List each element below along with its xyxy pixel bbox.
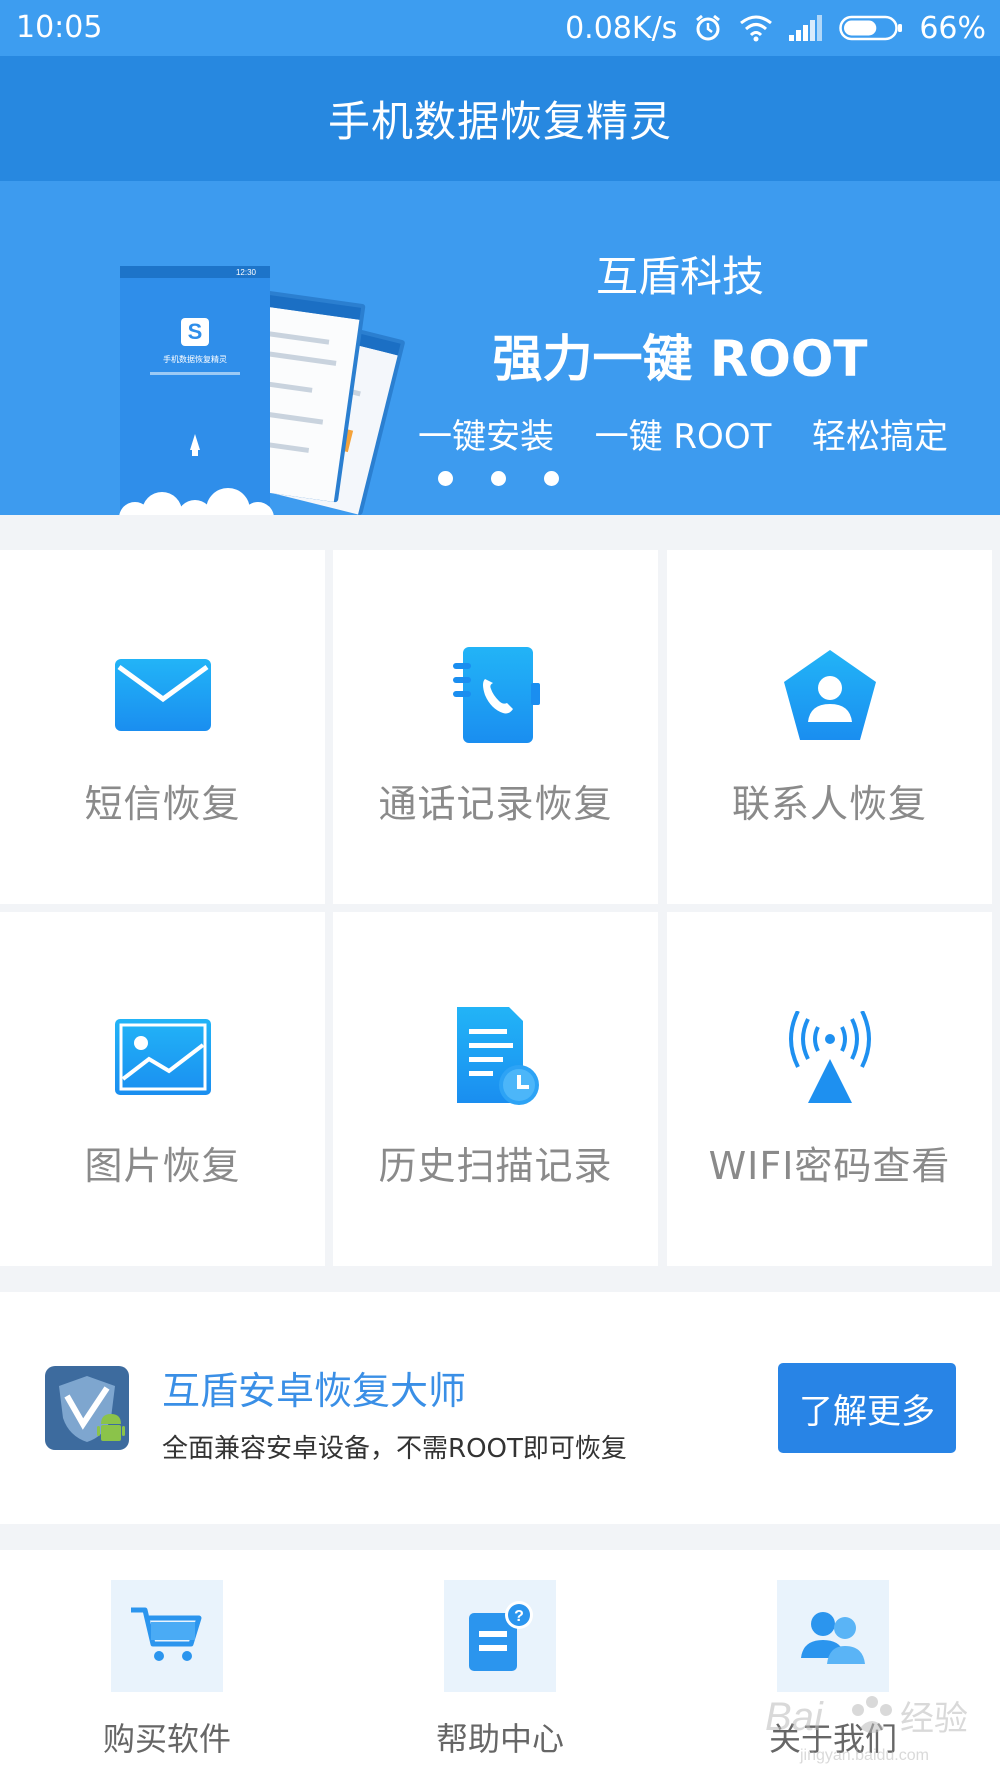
- mockup-clock: 12:30: [236, 268, 257, 277]
- banner-brand: 互盾科技: [595, 252, 764, 301]
- wifi-icon: [739, 14, 773, 42]
- tile-label: 图片恢复: [84, 1144, 241, 1188]
- banner-feature: 一键安装: [418, 417, 554, 457]
- promo-card[interactable]: 互盾安卓恢复大师 全面兼容安卓设备，不需ROOT即可恢复 了解更多: [0, 1292, 1000, 1524]
- tile-label: 短信恢复: [84, 782, 241, 826]
- banner-features: 一键安装 一键 ROOT 轻松搞定: [418, 409, 948, 458]
- banner-feature: 轻松搞定: [811, 417, 948, 457]
- feature-grid: 短信恢复 通话记录恢复 联系人恢复 图片恢复 历史扫描记录 WIFI密码查看: [0, 550, 1000, 1266]
- shield-android-icon: [45, 1366, 129, 1450]
- carousel-dot[interactable]: [544, 471, 559, 486]
- promo-description: 全面兼容安卓设备，不需ROOT即可恢复: [162, 1434, 627, 1464]
- cart-icon: [111, 1580, 223, 1692]
- banner-headline: 强力一键 ROOT: [492, 330, 868, 388]
- learn-more-button[interactable]: 了解更多: [778, 1363, 956, 1453]
- battery-percent: 66%: [919, 10, 986, 46]
- nav-label: 购买软件: [102, 1720, 231, 1758]
- contact-person-icon: [775, 645, 885, 745]
- tile-label: 通话记录恢复: [378, 782, 613, 826]
- nav-buy-software[interactable]: 购买软件: [67, 1580, 267, 1760]
- promo-title: 互盾安卓恢复大师: [162, 1369, 467, 1413]
- nav-label: 帮助中心: [435, 1720, 564, 1758]
- tile-photo-recovery[interactable]: 图片恢复: [0, 912, 325, 1266]
- svg-text:jingyan.baidu.com: jingyan.baidu.com: [799, 1747, 929, 1764]
- mockup-app-name: 手机数据恢复精灵: [163, 354, 227, 364]
- nav-help-center[interactable]: ? 帮助中心: [400, 1580, 600, 1760]
- carousel-dot[interactable]: [438, 471, 453, 486]
- svg-text:S: S: [188, 319, 203, 344]
- status-bar: 10:05 0.08K/s 66%: [0, 0, 1000, 56]
- tile-wifi-password[interactable]: WIFI密码查看: [667, 912, 992, 1266]
- battery-icon: [839, 14, 903, 42]
- carousel-indicators[interactable]: [438, 471, 559, 486]
- history-document-icon: [441, 1007, 551, 1107]
- network-speed: 0.08K/s: [565, 10, 678, 46]
- tile-contact-recovery[interactable]: 联系人恢复: [667, 550, 992, 904]
- signal-icon: [789, 15, 823, 41]
- envelope-icon: [108, 645, 218, 745]
- wifi-tower-icon: [775, 1007, 885, 1107]
- svg-text:?: ?: [514, 1608, 524, 1625]
- tile-scan-history[interactable]: 历史扫描记录: [333, 912, 658, 1266]
- promo-banner-carousel[interactable]: 12:30 S 手机数据恢复精灵 互盾科技 强力一键 ROOT 一键安装 一键 …: [0, 181, 1000, 515]
- phone-book-icon: [441, 645, 551, 745]
- svg-text:Bai: Bai: [765, 1695, 824, 1739]
- page-title: 手机数据恢复精灵: [327, 97, 672, 146]
- app-title-bar: 手机数据恢复精灵: [0, 56, 1000, 181]
- tile-label: 联系人恢复: [731, 782, 927, 826]
- baidu-watermark-logo: Bai 经验 jingyan.baidu.com: [760, 1680, 980, 1770]
- phone-mockup-illustration: 12:30 S 手机数据恢复精灵: [110, 256, 420, 515]
- picture-icon: [108, 1007, 218, 1107]
- tile-label: 历史扫描记录: [378, 1144, 613, 1188]
- status-time: 10:05: [16, 10, 103, 45]
- help-document-icon: ?: [444, 1580, 556, 1692]
- carousel-dot[interactable]: [491, 471, 506, 486]
- tile-sms-recovery[interactable]: 短信恢复: [0, 550, 325, 904]
- banner-feature: 一键 ROOT: [594, 417, 772, 457]
- tile-call-log-recovery[interactable]: 通话记录恢复: [333, 550, 658, 904]
- tile-label: WIFI密码查看: [708, 1144, 951, 1188]
- svg-text:经验: 经验: [900, 1699, 968, 1739]
- alarm-icon: [693, 13, 723, 43]
- people-icon: [777, 1580, 889, 1692]
